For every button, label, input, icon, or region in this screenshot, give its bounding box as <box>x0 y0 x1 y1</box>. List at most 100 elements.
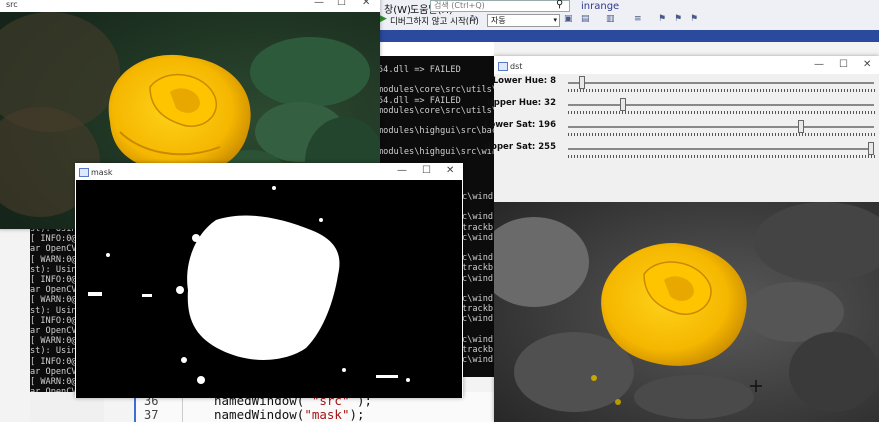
console-line: c\wind <box>462 212 494 223</box>
bookmark-next-icon[interactable]: ⚑ <box>674 14 682 24</box>
console-line: modules\core\src\utils\p <box>378 105 494 116</box>
trackbar-ticks <box>568 89 876 92</box>
console-line: [ WARN:0@ <box>30 295 77 306</box>
mask-image <box>76 180 462 398</box>
mask-window[interactable]: mask — ☐ ✕ <box>75 163 463 398</box>
console-line: [ INFO:0@ <box>30 275 77 286</box>
minimize-icon[interactable]: — <box>814 59 824 70</box>
maximize-icon[interactable]: ☐ <box>839 59 848 70</box>
config-select[interactable]: 자동 ▾ <box>487 14 560 27</box>
console-line: c\wind <box>462 232 494 243</box>
mask-titlebar[interactable]: mask — ☐ ✕ <box>75 163 463 180</box>
console-titlebar <box>378 42 494 56</box>
vs-menubar: 창(W) 도움말(H) 검색 (Ctrl+Q) ⚲ inrange ▶ 디버그하… <box>378 0 879 31</box>
console-line: trackb <box>462 222 494 233</box>
trackbar-track[interactable] <box>568 82 874 84</box>
restart-icon[interactable]: ↻ <box>470 14 478 24</box>
console-output-mid: c\wind c\wind trackb c\wind c\wind trackb c\… <box>462 192 494 376</box>
console-line: 54.dll => FAILED <box>378 65 461 75</box>
console-line: trackb <box>462 345 494 356</box>
breakpoint-icon[interactable]: ▤ <box>581 14 590 24</box>
dst-titlebar[interactable]: dst — ☐ ✕ <box>494 56 879 74</box>
trackbar-label: Upper Hue: 32 <box>486 98 556 108</box>
dst-window[interactable]: dst — ☐ ✕ Lower Hue: 8 Upper Hue: 32 Lower… <box>484 56 879 422</box>
console-line: [ WARN:0@ <box>30 336 77 347</box>
trackbar-label: Lower Hue: 8 <box>492 76 556 86</box>
console-line: [ WARN:0@ <box>30 254 77 265</box>
trackbar-thumb[interactable] <box>579 76 586 89</box>
src-titlebar[interactable]: src — ☐ ✕ <box>0 0 380 12</box>
vs-toolbar: ▶ 디버그하지 않고 시작(H) ↻ 자동 ▾ ▣ ▤ ▥ ≡ ⚑ ⚑ ⚑ <box>378 14 879 28</box>
trackbar-row: Lower Hue: 8 <box>492 76 878 98</box>
trackbar-thumb[interactable] <box>798 120 805 133</box>
console-line: ar OpenCV <box>30 244 77 255</box>
console-line: [ WARN:0@ <box>30 377 77 388</box>
console-line: ar OpenCV <box>30 366 77 377</box>
trackbar-row: Upper Sat: 255 <box>484 142 878 164</box>
trackbar-label: Lower Sat: 196 <box>483 120 556 130</box>
dst-image <box>494 202 879 422</box>
play-icon[interactable]: ▶ <box>380 14 387 24</box>
console-line: st): Usin <box>30 305 77 316</box>
start-without-debug-button[interactable]: 디버그하지 않고 시작(H) <box>390 15 479 27</box>
trackbar-row: Lower Sat: 196 <box>484 120 878 142</box>
console-line: ar OpenCV <box>30 285 77 296</box>
minimize-icon[interactable]: — <box>397 165 407 176</box>
line-number: 37 <box>144 408 159 422</box>
bookmark-prev-icon[interactable]: ⚑ <box>690 14 698 24</box>
console-line: st): Usin <box>30 264 77 275</box>
trackbar-track[interactable] <box>568 126 874 128</box>
app-icon <box>498 62 508 71</box>
console-line: c\wind <box>462 273 494 284</box>
console-output-left: st): Usin[ INFO:0@ ar OpenCV[ WARN:0@ st):… <box>30 222 78 396</box>
close-icon[interactable]: ✕ <box>863 59 871 70</box>
console-line: c\wind <box>462 192 494 202</box>
maximize-icon[interactable]: ☐ <box>422 165 431 176</box>
console-line: c\wind <box>462 294 494 305</box>
console-line: modules\highgui\src\wind <box>378 146 494 157</box>
console-line: [ INFO:0@ <box>30 356 77 367</box>
console-line: st): Usin <box>30 346 77 357</box>
window-title: dst <box>510 62 523 71</box>
trackbar-thumb[interactable] <box>868 142 874 155</box>
format-icon[interactable]: ▥ <box>606 14 615 24</box>
close-icon[interactable]: ✕ <box>446 165 454 176</box>
console-line: c\wind <box>462 253 494 264</box>
solution-name: inrange <box>581 1 620 12</box>
app-icon <box>79 168 89 177</box>
comment-icon[interactable]: ≡ <box>634 14 642 24</box>
trackbar-ticks <box>568 133 876 136</box>
vs-search-input[interactable]: 검색 (Ctrl+Q) <box>430 0 570 12</box>
close-icon[interactable]: ✕ <box>362 0 370 8</box>
code-line: namedWindow("mask"); <box>214 407 365 422</box>
config-value: 자동 <box>491 16 506 25</box>
console-line: c\wind <box>462 355 494 366</box>
vs-tab-strip <box>378 30 879 42</box>
maximize-icon[interactable]: ☐ <box>337 0 346 8</box>
console-line: modules\core\src\utils\p <box>378 85 494 96</box>
console-line: trackb <box>462 304 494 315</box>
console-line: c\wind <box>462 314 494 325</box>
folder-icon[interactable]: ▣ <box>564 14 573 24</box>
trackbar-thumb[interactable] <box>619 98 626 111</box>
console-line: 54.dll => FAILED <box>378 95 461 106</box>
window-title: mask <box>91 168 113 177</box>
console-line: trackb <box>462 263 494 274</box>
search-icon[interactable]: ⚲ <box>556 0 563 10</box>
minimize-icon[interactable]: — <box>314 0 324 8</box>
trackbar-ticks <box>568 155 876 158</box>
window-title: src <box>6 0 18 9</box>
console-line: ar OpenCV <box>30 326 77 337</box>
trackbar-track[interactable] <box>568 104 874 106</box>
trackbar-row: Upper Hue: 32 <box>487 98 878 120</box>
trackbar-track[interactable] <box>568 148 874 150</box>
console-line: [ INFO:0@ <box>30 315 77 326</box>
console-line: modules\highgui\src\back <box>378 126 494 137</box>
bookmark-icon[interactable]: ⚑ <box>658 14 666 24</box>
